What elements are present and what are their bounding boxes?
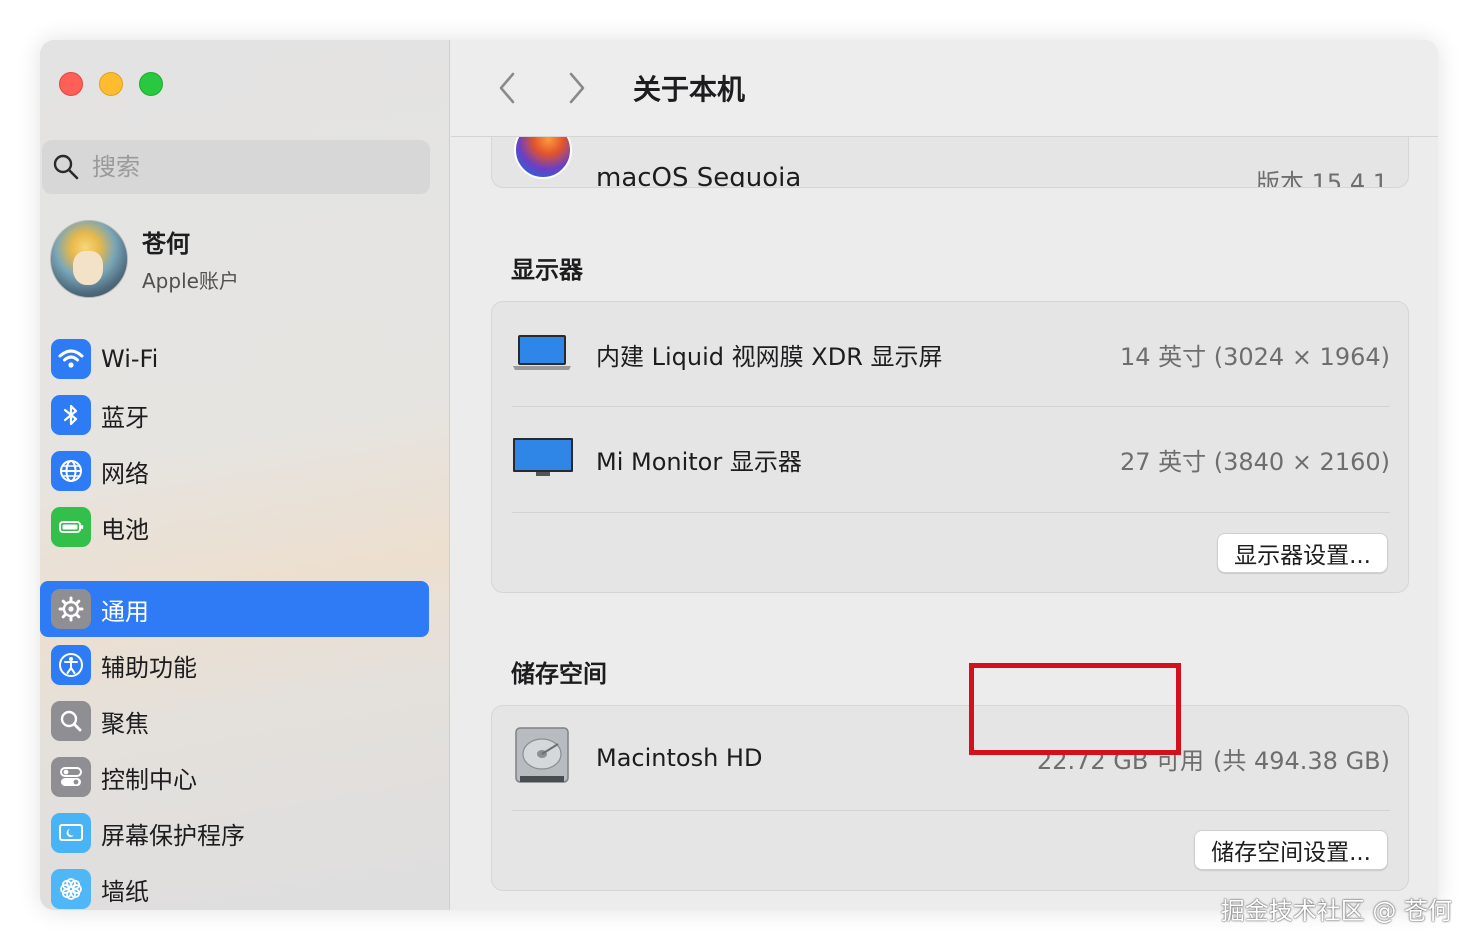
sidebar-item-control-center[interactable]: 控制中心 (40, 749, 429, 805)
sidebar-item-label: 通用 (101, 597, 149, 626)
annotation-highlight-box (969, 663, 1181, 755)
sidebar-item-label: 辅助功能 (101, 653, 197, 682)
sidebar-item-label: 网络 (101, 459, 149, 488)
toolbar: 关于本机 (451, 40, 1438, 137)
apple-account[interactable]: 苍何 Apple账户 (50, 220, 239, 298)
main-content: 关于本机 macOS Sequoia 版本 15.4.1 显示器 内建 Liqu… (451, 40, 1438, 910)
toggles-icon (51, 757, 91, 797)
sidebar-item-label: 墙纸 (101, 877, 149, 906)
sidebar-item-spotlight[interactable]: 聚焦 (40, 693, 429, 749)
sidebar-item-wifi[interactable]: Wi-Fi (40, 331, 429, 387)
forward-button[interactable] (559, 68, 595, 108)
storage-row: Macintosh HD 22.72 GB 可用 (共 494.38 GB) (492, 706, 1410, 810)
storage-card: Macintosh HD 22.72 GB 可用 (共 494.38 GB) 储… (491, 705, 1409, 891)
accessibility-icon (51, 645, 91, 685)
close-button[interactable] (59, 72, 83, 96)
system-settings-window: 苍何 Apple账户 Wi-Fi 蓝牙 网络 (40, 40, 1438, 910)
sidebar-item-label: 聚焦 (101, 709, 149, 738)
section-title-storage: 储存空间 (511, 660, 607, 688)
sidebar-item-label: 控制中心 (101, 765, 197, 794)
sidebar-item-bluetooth[interactable]: 蓝牙 (40, 387, 429, 443)
back-button[interactable] (489, 68, 525, 108)
sidebar-item-battery[interactable]: 电池 (40, 499, 429, 555)
display-settings-button[interactable]: 显示器设置... (1217, 533, 1388, 573)
section-title-displays: 显示器 (511, 256, 583, 284)
globe-icon (51, 451, 91, 491)
chevron-right-icon (569, 72, 585, 104)
battery-icon (51, 507, 91, 547)
display-row: Mi Monitor 显示器 27 英寸 (3840 × 2160) (492, 407, 1410, 511)
storage-settings-button[interactable]: 储存空间设置... (1194, 830, 1388, 870)
sidebar-item-wallpaper[interactable]: 墙纸 (40, 861, 429, 910)
sidebar-item-accessibility[interactable]: 辅助功能 (40, 637, 429, 693)
window-controls (59, 72, 163, 96)
gear-icon (51, 589, 91, 629)
watermark: 掘金技术社区 @ 苍何 (1220, 897, 1452, 925)
sidebar: 苍何 Apple账户 Wi-Fi 蓝牙 网络 (40, 40, 450, 910)
avatar (50, 220, 128, 298)
sidebar-item-screensaver[interactable]: 屏幕保护程序 (40, 805, 429, 861)
account-subtitle: Apple账户 (142, 269, 239, 293)
search-input[interactable] (92, 153, 392, 181)
chevron-left-icon (499, 72, 515, 104)
zoom-button[interactable] (139, 72, 163, 96)
hard-drive-icon (512, 724, 572, 792)
magnifier-icon (51, 701, 91, 741)
sidebar-item-label: 电池 (101, 515, 149, 544)
display-detail: 27 英寸 (3840 × 2160) (1119, 447, 1390, 476)
bluetooth-icon (51, 395, 91, 435)
monitor-icon (512, 436, 574, 482)
flower-icon (51, 869, 91, 909)
sidebar-item-label: 屏幕保护程序 (101, 821, 245, 850)
laptop-icon (512, 332, 572, 376)
sidebar-item-label: 蓝牙 (101, 403, 149, 432)
display-name: 内建 Liquid 视网膜 XDR 显示屏 (596, 342, 943, 371)
sidebar-item-general[interactable]: 通用 (40, 581, 429, 637)
screensaver-icon (51, 813, 91, 853)
search-field[interactable] (42, 140, 430, 194)
display-row: 内建 Liquid 视网膜 XDR 显示屏 14 英寸 (3024 × 1964… (492, 302, 1410, 406)
minimize-button[interactable] (99, 72, 123, 96)
macos-name: macOS Sequoia (596, 163, 802, 188)
displays-card: 内建 Liquid 视网膜 XDR 显示屏 14 英寸 (3024 × 1964… (491, 301, 1409, 593)
storage-total: (共 494.38 GB) (1212, 746, 1390, 775)
sidebar-item-network[interactable]: 网络 (40, 443, 429, 499)
divider (512, 810, 1390, 811)
display-detail: 14 英寸 (3024 × 1964) (1119, 342, 1390, 371)
display-name: Mi Monitor 显示器 (596, 447, 802, 476)
sidebar-item-label: Wi-Fi (101, 345, 159, 373)
account-name: 苍何 (142, 230, 190, 258)
divider (512, 512, 1390, 513)
page-title: 关于本机 (633, 73, 746, 106)
wifi-icon (51, 339, 91, 379)
macos-version: 版本 15.4.1 (1256, 169, 1388, 188)
disk-name: Macintosh HD (596, 744, 763, 772)
search-icon (53, 154, 79, 180)
